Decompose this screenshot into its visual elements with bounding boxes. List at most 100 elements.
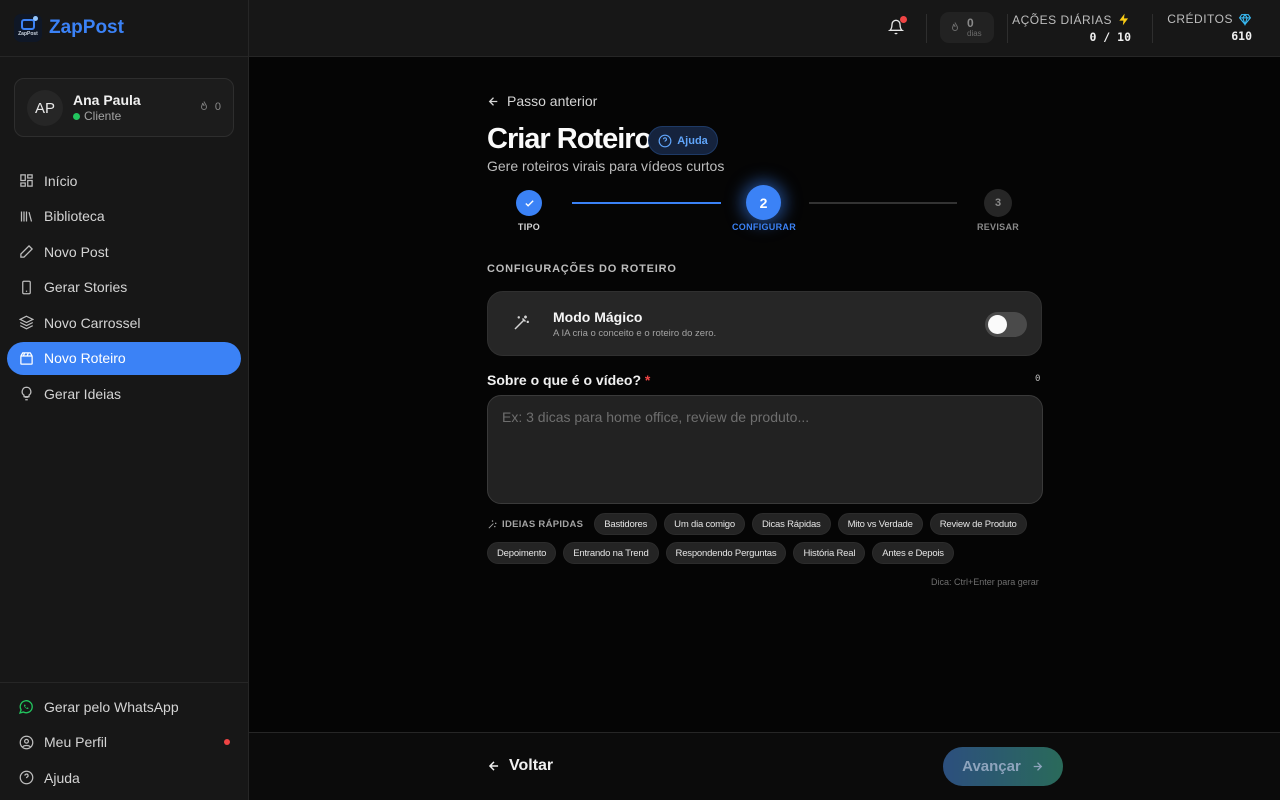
sidebar-item-inicio[interactable]: Início (7, 164, 241, 197)
pen-icon (18, 244, 34, 260)
help-circle-icon (18, 770, 34, 786)
step-3-circle: 3 (984, 189, 1012, 217)
layers-icon (18, 315, 34, 331)
sidebar-item-label: Novo Roteiro (44, 350, 126, 366)
user-card[interactable]: AP Ana Paula Cliente 0 (14, 78, 234, 137)
step-2-label: CONFIGURAR (732, 222, 796, 232)
idea-chip-historia-real[interactable]: História Real (793, 542, 866, 564)
user-circle-icon (18, 734, 34, 750)
topbar: 0 dias AÇÕES DIÁRIAS 0 / 10 CRÉDITOS 610 (249, 0, 1280, 57)
lightning-icon (1119, 13, 1129, 26)
diamond-icon (1238, 13, 1252, 26)
back-button-label: Voltar (509, 757, 554, 774)
arrow-right-icon (1033, 762, 1043, 771)
credits: CRÉDITOS 610 (1167, 12, 1252, 43)
streak-value: 0 (967, 16, 974, 30)
sidebar-item-label: Gerar Stories (44, 279, 128, 295)
library-icon (18, 208, 34, 224)
sidebar-item-whatsapp[interactable]: Gerar pelo WhatsApp (7, 689, 241, 725)
wizard-footer: Voltar Avançar (249, 732, 1280, 800)
brand[interactable]: ZapPost ZapPost (0, 0, 248, 57)
back-button[interactable]: Voltar (487, 757, 553, 775)
sidebar-item-gerar-ideias[interactable]: Gerar Ideias (7, 377, 241, 410)
daily-actions-value: 0 / 10 (1089, 30, 1131, 44)
divider (1152, 14, 1153, 43)
daily-actions-label: AÇÕES DIÁRIAS (1012, 12, 1112, 27)
step-1-label: TIPO (517, 222, 541, 232)
credits-label: CRÉDITOS (1167, 12, 1233, 26)
user-role-label: Cliente (84, 109, 122, 123)
streak-label: dias (967, 29, 982, 38)
user-streak-count: 0 (214, 100, 221, 113)
sidebar-item-label: Gerar Ideias (44, 385, 122, 402)
divider (1007, 14, 1008, 43)
sidebar-bottom-nav: Gerar pelo WhatsApp Meu Perfil Ajuda (0, 682, 248, 796)
magic-mode-card[interactable]: Modo Mágico A IA cria o conceito e o rot… (487, 291, 1042, 356)
idea-chip-review-de-produto[interactable]: Review de Produto (929, 513, 1027, 535)
sidebar-item-gerar-stories[interactable]: Gerar Stories (7, 271, 241, 304)
divider (926, 14, 927, 43)
credits-value: 610 (1231, 29, 1252, 43)
sidebar-item-label: Novo Post (44, 243, 109, 260)
page-subtitle: Gere roteiros virais para vídeos curtos (487, 158, 725, 174)
online-status-dot (73, 112, 80, 120)
streak-counter[interactable]: 0 dias (940, 12, 994, 43)
sidebar-item-biblioteca[interactable]: Biblioteca (7, 200, 241, 233)
sidebar-item-novo-carrossel[interactable]: Novo Carrossel (7, 306, 241, 339)
magic-mode-description: A IA cria o conceito e o roteiro do zero… (553, 328, 717, 339)
sidebar-item-meu-perfil[interactable]: Meu Perfil (7, 725, 241, 761)
char-count: 0 (1035, 374, 1041, 384)
idea-chip-depoimento[interactable]: Depoimento (487, 542, 557, 564)
quick-ideas-row-2: Depoimento Entrando na Trend Respondendo… (487, 542, 1043, 564)
next-button[interactable]: Avançar (943, 747, 1063, 786)
sidebar-item-ajuda[interactable]: Ajuda (7, 760, 241, 796)
idea-chip-bastidores[interactable]: Bastidores (594, 513, 658, 535)
check-icon (524, 199, 534, 207)
magic-mode-toggle[interactable] (985, 312, 1027, 337)
quick-ideas: IDEIAS RÁPIDAS Bastidores Um dia comigo … (487, 513, 1043, 571)
previous-step-link[interactable]: Passo anterior (487, 93, 597, 109)
idea-chip-mito-vs-verdade[interactable]: Mito vs Verdade (837, 513, 923, 535)
idea-chip-um-dia-comigo[interactable]: Um dia comigo (664, 513, 745, 535)
sidebar-item-label: Biblioteca (44, 208, 105, 224)
sidebar-item-novo-roteiro[interactable]: Novo Roteiro (7, 341, 241, 375)
required-mark: * (644, 372, 651, 388)
sidebar-item-label: Ajuda (44, 769, 80, 786)
whatsapp-icon (18, 699, 34, 715)
flame-icon (951, 22, 959, 31)
daily-actions: AÇÕES DIÁRIAS 0 / 10 (1012, 12, 1131, 45)
logo-text: ZapPost (18, 31, 38, 37)
quick-ideas-label: IDEIAS RÁPIDAS (502, 518, 584, 530)
idea-chip-entrando-na-trend[interactable]: Entrando na Trend (563, 542, 659, 564)
step-3-label: REVISAR (976, 222, 1020, 232)
main-nav: Início Biblioteca Novo Post Gerar Storie… (7, 164, 241, 413)
magic-mode-title: Modo Mágico (553, 309, 643, 325)
magic-wand-icon (514, 315, 529, 330)
stepper: TIPO 2 CONFIGURAR 3 REVISAR (487, 185, 1047, 235)
flame-icon (200, 101, 207, 110)
idea-chip-respondendo-perguntas[interactable]: Respondendo Perguntas (665, 542, 787, 564)
brand-name: ZapPost (49, 17, 124, 38)
help-button[interactable]: Ajuda (648, 126, 718, 155)
sidebar-item-label: Meu Perfil (44, 734, 108, 751)
notification-dot (900, 16, 907, 23)
sidebar-item-label: Novo Carrossel (44, 314, 141, 331)
clapperboard-icon (18, 350, 34, 366)
sidebar-item-novo-post[interactable]: Novo Post (7, 235, 241, 268)
topic-label-text: Sobre o que é o vídeo? (487, 372, 642, 388)
topic-label: Sobre o que é o vídeo? * (487, 372, 650, 388)
grid-icon (18, 173, 34, 189)
avatar: AP (27, 90, 63, 126)
topic-textarea[interactable] (487, 395, 1043, 504)
idea-chip-antes-e-depois[interactable]: Antes e Depois (872, 542, 954, 564)
idea-chip-dicas-rapidas[interactable]: Dicas Rápidas (751, 513, 831, 535)
main-content: Passo anterior Criar Roteiro Ajuda Gere … (249, 57, 1280, 732)
step-1-circle[interactable] (516, 190, 542, 216)
sparkles-icon (488, 519, 497, 528)
page-title: Criar Roteiro (487, 123, 652, 155)
step-2-circle: 2 (746, 185, 781, 220)
user-role: Cliente (73, 109, 121, 123)
help-button-label: Ajuda (677, 134, 708, 147)
previous-step-label: Passo anterior (507, 93, 598, 109)
help-circle-icon (658, 134, 672, 147)
